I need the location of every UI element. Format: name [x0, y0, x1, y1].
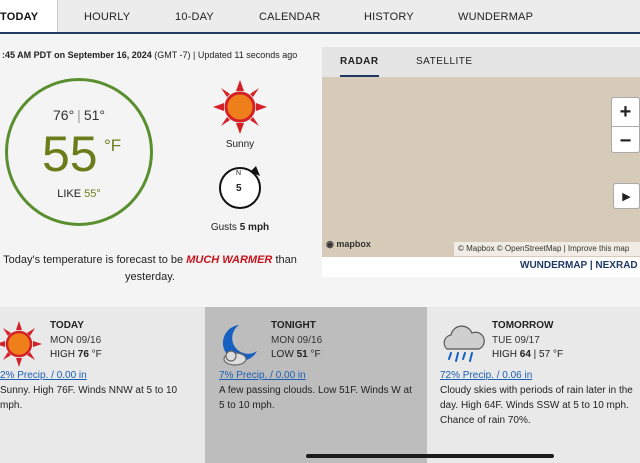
forecast-cards: TODAY MON 09/16 HIGH 76 °F 2% Precip. / …: [0, 307, 640, 463]
timestamp-updated: (GMT -7) | Updated 11 seconds ago: [151, 50, 298, 60]
high-low-separator: |: [77, 107, 81, 123]
card-precip[interactable]: 2% Precip. / 0.00 in: [0, 370, 87, 381]
feels-like: LIKE 55°: [8, 188, 150, 200]
high-value: 64: [519, 349, 531, 360]
feels-like-label: LIKE: [57, 188, 85, 200]
card-high-low: LOW 51 °F: [271, 349, 321, 360]
zoom-in-button[interactable]: +: [612, 98, 639, 126]
zoom-out-button[interactable]: −: [612, 126, 639, 154]
comparison-prefix: Today's temperature is forecast to be: [3, 254, 187, 266]
card-date: TUE 09/17: [492, 335, 540, 346]
horizontal-scrollbar[interactable]: [306, 454, 554, 458]
low-temp: 51°: [83, 107, 105, 123]
gusts-value: 5 mph: [239, 222, 270, 233]
tab-10-day[interactable]: 10-DAY: [175, 0, 214, 32]
card-description: Cloudy skies with periods of rain later …: [440, 385, 633, 426]
tab-calendar[interactable]: CALENDAR: [259, 0, 321, 32]
observation-timestamp: :45 AM PDT on September 16, 2024 (GMT -7…: [2, 50, 297, 60]
tab-wundermap[interactable]: WUNDERMAP: [458, 0, 533, 32]
gusts-label: Gusts: [210, 222, 240, 233]
sun-icon: [0, 321, 42, 367]
card-date: MON 09/16: [271, 335, 323, 346]
card-date: MON 09/16: [50, 335, 102, 346]
moon-cloud-icon: [222, 325, 257, 366]
wind-speed: 5: [236, 183, 242, 194]
forecast-card-tonight[interactable]: TONIGHT MON 09/16 LOW 51 °F 7% Precip. /…: [205, 307, 427, 463]
card-title: TONIGHT: [271, 320, 316, 331]
high-value: 76: [77, 349, 89, 360]
temperature-unit: °F: [104, 136, 122, 155]
high-temp: 76°: [53, 107, 75, 123]
wind-gusts: Gusts 5 mph: [200, 222, 280, 233]
card-description: A few passing clouds. Low 51F. Winds W a…: [219, 385, 412, 411]
card-high-low: HIGH 64 | 57 °F: [492, 349, 563, 360]
rain-cloud-icon: [443, 325, 485, 362]
tab-bar: TODAY HOURLY 10-DAY CALENDAR HISTORY WUN…: [0, 0, 640, 34]
tab-hourly[interactable]: HOURLY: [84, 0, 130, 32]
low-unit-label: | 57 °F: [530, 349, 564, 360]
high-low: 76° | 51°: [8, 107, 150, 123]
timestamp-main: :45 AM PDT on September 16, 2024: [2, 50, 152, 60]
card-high-low: HIGH 76 °F: [50, 349, 102, 360]
radar-links: WUNDERMAP | NEXRAD: [520, 260, 638, 271]
low-label: LOW: [271, 349, 297, 360]
forecast-card-tomorrow[interactable]: TOMORROW TUE 09/17 HIGH 64 | 57 °F 72% P…: [427, 307, 640, 463]
play-animation-button[interactable]: ▶: [613, 183, 640, 209]
unit-label: °F: [88, 349, 102, 360]
radar-panel: RADAR SATELLITE + − ▶ ◉ mapbox © Mapbox …: [322, 47, 640, 277]
comparison-emphasis: MUCH WARMER: [186, 254, 273, 266]
sun-icon: [213, 80, 267, 134]
tab-satellite[interactable]: SATELLITE: [416, 47, 473, 77]
mapbox-logo-text: mapbox: [336, 239, 371, 249]
feels-like-value: 55°: [84, 188, 101, 200]
zoom-controls: + −: [611, 97, 640, 153]
low-value: 51: [296, 349, 308, 360]
map-attribution[interactable]: © Mapbox © OpenStreetMap | Improve this …: [454, 242, 640, 256]
wind-direction: N: [236, 170, 242, 177]
high-label: HIGH: [492, 349, 520, 360]
high-label: HIGH: [50, 349, 78, 360]
tab-radar[interactable]: RADAR: [340, 47, 379, 77]
current-temperature: 55: [42, 126, 98, 182]
unit-label: °F: [307, 349, 321, 360]
nexrad-link[interactable]: NEXRAD: [595, 260, 637, 271]
card-title: TODAY: [50, 320, 84, 331]
card-description: Sunny. High 76F. Winds NNW at 5 to 10 mp…: [0, 385, 178, 411]
radar-map[interactable]: [322, 77, 640, 257]
condition-label: Sunny: [225, 139, 255, 150]
mapbox-logo[interactable]: ◉ mapbox: [326, 239, 371, 250]
card-precip[interactable]: 72% Precip. / 0.06 in: [440, 370, 532, 381]
card-title: TOMORROW: [492, 320, 554, 331]
wundermap-link[interactable]: WUNDERMAP: [520, 260, 587, 271]
card-precip[interactable]: 7% Precip. / 0.00 in: [219, 370, 306, 381]
current-temp-circle: 76° | 51° 55 °F LIKE 55°: [5, 78, 153, 226]
temperature-comparison: Today's temperature is forecast to be MU…: [0, 252, 300, 286]
radar-tabs: RADAR SATELLITE: [322, 47, 640, 77]
tab-history[interactable]: HISTORY: [364, 0, 414, 32]
forecast-card-today[interactable]: TODAY MON 09/16 HIGH 76 °F 2% Precip. / …: [0, 307, 205, 463]
weather-page: TODAY HOURLY 10-DAY CALENDAR HISTORY WUN…: [0, 0, 640, 463]
tab-today[interactable]: TODAY: [0, 0, 58, 32]
